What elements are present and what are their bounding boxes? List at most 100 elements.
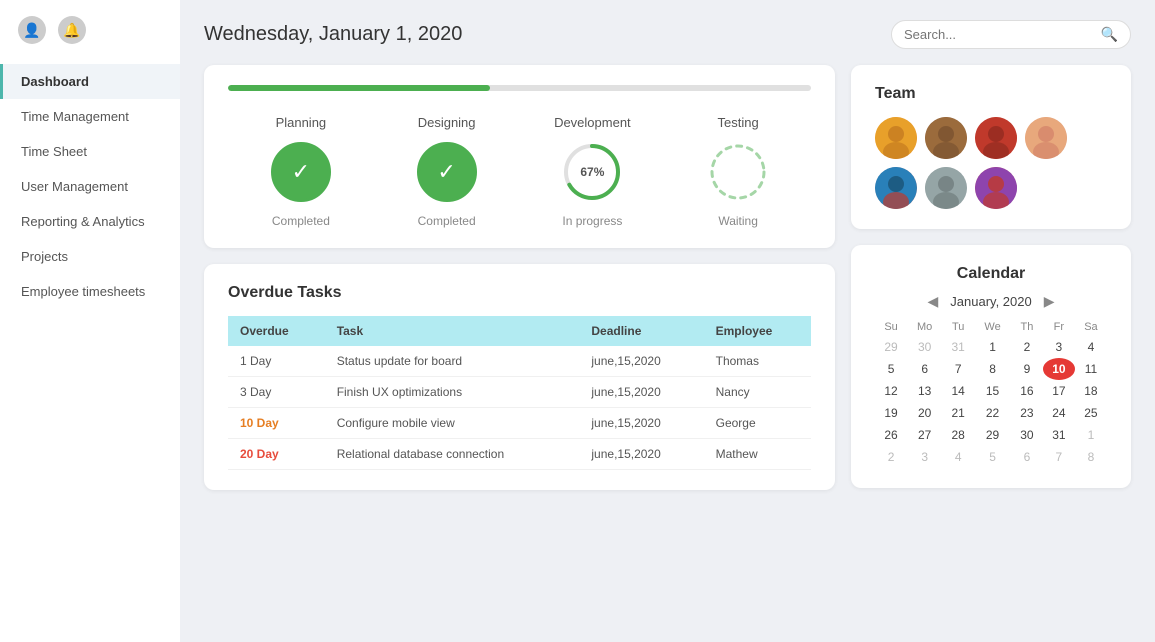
calendar-day[interactable]: 2 bbox=[1011, 336, 1043, 358]
search-icon: 🔍 bbox=[1101, 26, 1118, 43]
overdue-days: 20 Day bbox=[228, 439, 325, 470]
progress-track bbox=[228, 85, 811, 91]
avatar-2 bbox=[925, 117, 967, 159]
calendar-day[interactable]: 21 bbox=[942, 402, 974, 424]
calendar-day[interactable]: 17 bbox=[1043, 380, 1075, 402]
calendar-day[interactable]: 7 bbox=[1043, 446, 1075, 468]
calendar-day[interactable]: 13 bbox=[907, 380, 942, 402]
calendar-day[interactable]: 8 bbox=[1075, 446, 1107, 468]
calendar-day[interactable]: 15 bbox=[974, 380, 1011, 402]
stage-development-status: In progress bbox=[562, 214, 622, 228]
calendar-day-header: Su bbox=[875, 318, 907, 336]
sidebar-item-time-management[interactable]: Time Management bbox=[0, 99, 180, 134]
calendar-week: 2627282930311 bbox=[875, 424, 1107, 446]
sidebar-item-time-sheet[interactable]: Time Sheet bbox=[0, 134, 180, 169]
user-icon[interactable]: 👤 bbox=[18, 16, 46, 44]
search-input[interactable] bbox=[904, 27, 1101, 42]
stage-development-label: Development bbox=[554, 115, 631, 130]
search-box[interactable]: 🔍 bbox=[891, 20, 1131, 49]
calendar-day[interactable]: 1 bbox=[974, 336, 1011, 358]
calendar-day[interactable]: 4 bbox=[1075, 336, 1107, 358]
calendar-day[interactable]: 6 bbox=[1011, 446, 1043, 468]
task-name: Status update for board bbox=[325, 346, 580, 377]
calendar-day[interactable]: 22 bbox=[974, 402, 1011, 424]
sidebar: 👤 🔔 Dashboard Time Management Time Sheet… bbox=[0, 0, 180, 642]
calendar-day[interactable]: 31 bbox=[1043, 424, 1075, 446]
calendar-day[interactable]: 30 bbox=[1011, 424, 1043, 446]
calendar-day[interactable]: 29 bbox=[875, 336, 907, 358]
calendar-day[interactable]: 5 bbox=[875, 358, 907, 380]
calendar-day[interactable]: 18 bbox=[1075, 380, 1107, 402]
stage-testing-label: Testing bbox=[718, 115, 759, 130]
calendar-day[interactable]: 16 bbox=[1011, 380, 1043, 402]
calendar-day[interactable]: 23 bbox=[1011, 402, 1043, 424]
notification-icon[interactable]: 🔔 bbox=[58, 16, 86, 44]
calendar-day[interactable]: 25 bbox=[1075, 402, 1107, 424]
stage-planning-circle: ✓ bbox=[271, 142, 331, 202]
calendar-day[interactable]: 4 bbox=[942, 446, 974, 468]
header: Wednesday, January 1, 2020 🔍 bbox=[204, 20, 1131, 49]
calendar-day[interactable]: 29 bbox=[974, 424, 1011, 446]
calendar-day-header: Fr bbox=[1043, 318, 1075, 336]
stage-designing: Designing ✓ Completed bbox=[374, 115, 520, 228]
sidebar-item-employee-timesheets[interactable]: Employee timesheets bbox=[0, 274, 180, 309]
calendar-day[interactable]: 31 bbox=[942, 336, 974, 358]
col-employee: Employee bbox=[704, 316, 811, 346]
calendar-grid-head: SuMoTuWeThFrSa bbox=[875, 318, 1107, 336]
avatar-5 bbox=[875, 167, 917, 209]
calendar-day[interactable]: 28 bbox=[942, 424, 974, 446]
calendar-day-header: Tu bbox=[942, 318, 974, 336]
calendar-day[interactable]: 2 bbox=[875, 446, 907, 468]
stage-designing-status: Completed bbox=[418, 214, 476, 228]
overdue-title: Overdue Tasks bbox=[228, 284, 811, 302]
calendar-day[interactable]: 7 bbox=[942, 358, 974, 380]
col-task: Task bbox=[325, 316, 580, 346]
team-card: Team bbox=[851, 65, 1131, 229]
sidebar-item-dashboard[interactable]: Dashboard bbox=[0, 64, 180, 99]
task-employee: Thomas bbox=[704, 346, 811, 377]
calendar-week: 567891011 bbox=[875, 358, 1107, 380]
stage-development-percent: 67% bbox=[580, 165, 604, 179]
calendar-day[interactable]: 8 bbox=[974, 358, 1011, 380]
calendar-next[interactable]: ▶ bbox=[1044, 293, 1055, 310]
calendar-day[interactable]: 26 bbox=[875, 424, 907, 446]
calendar-day[interactable]: 3 bbox=[907, 446, 942, 468]
calendar-day[interactable]: 19 bbox=[875, 402, 907, 424]
progress-fill bbox=[228, 85, 490, 91]
calendar-grid: SuMoTuWeThFrSa 2930311234567891011121314… bbox=[875, 318, 1107, 468]
calendar-day[interactable]: 20 bbox=[907, 402, 942, 424]
sidebar-item-reporting[interactable]: Reporting & Analytics bbox=[0, 204, 180, 239]
calendar-day[interactable]: 6 bbox=[907, 358, 942, 380]
sidebar-item-projects[interactable]: Projects bbox=[0, 239, 180, 274]
calendar-day[interactable]: 24 bbox=[1043, 402, 1075, 424]
calendar-day-header: We bbox=[974, 318, 1011, 336]
task-name: Relational database connection bbox=[325, 439, 580, 470]
calendar-title: Calendar bbox=[875, 265, 1107, 283]
stage-development: Development 67% In progress bbox=[520, 115, 666, 228]
stage-planning: Planning ✓ Completed bbox=[228, 115, 374, 228]
calendar-day[interactable]: 10 bbox=[1043, 358, 1075, 380]
calendar-day[interactable]: 27 bbox=[907, 424, 942, 446]
table-row: 3 Day Finish UX optimizations june,15,20… bbox=[228, 377, 811, 408]
calendar-day[interactable]: 1 bbox=[1075, 424, 1107, 446]
calendar-day[interactable]: 14 bbox=[942, 380, 974, 402]
calendar-day[interactable]: 3 bbox=[1043, 336, 1075, 358]
calendar-card: Calendar ◀ January, 2020 ▶ SuMoTuWeThFrS… bbox=[851, 245, 1131, 488]
avatar-3 bbox=[975, 117, 1017, 159]
progress-bar-container bbox=[228, 85, 811, 91]
calendar-day[interactable]: 11 bbox=[1075, 358, 1107, 380]
task-deadline: june,15,2020 bbox=[579, 408, 703, 439]
calendar-day-header: Sa bbox=[1075, 318, 1107, 336]
table-row: 1 Day Status update for board june,15,20… bbox=[228, 346, 811, 377]
task-name: Finish UX optimizations bbox=[325, 377, 580, 408]
calendar-day[interactable]: 9 bbox=[1011, 358, 1043, 380]
calendar-week: 19202122232425 bbox=[875, 402, 1107, 424]
calendar-day[interactable]: 5 bbox=[974, 446, 1011, 468]
calendar-prev[interactable]: ◀ bbox=[928, 293, 939, 310]
sidebar-item-user-management[interactable]: User Management bbox=[0, 169, 180, 204]
sidebar-user-icons: 👤 🔔 bbox=[0, 16, 180, 64]
sidebar-nav: Dashboard Time Management Time Sheet Use… bbox=[0, 64, 180, 309]
calendar-month-label: January, 2020 bbox=[950, 294, 1031, 309]
calendar-day[interactable]: 12 bbox=[875, 380, 907, 402]
calendar-day[interactable]: 30 bbox=[907, 336, 942, 358]
